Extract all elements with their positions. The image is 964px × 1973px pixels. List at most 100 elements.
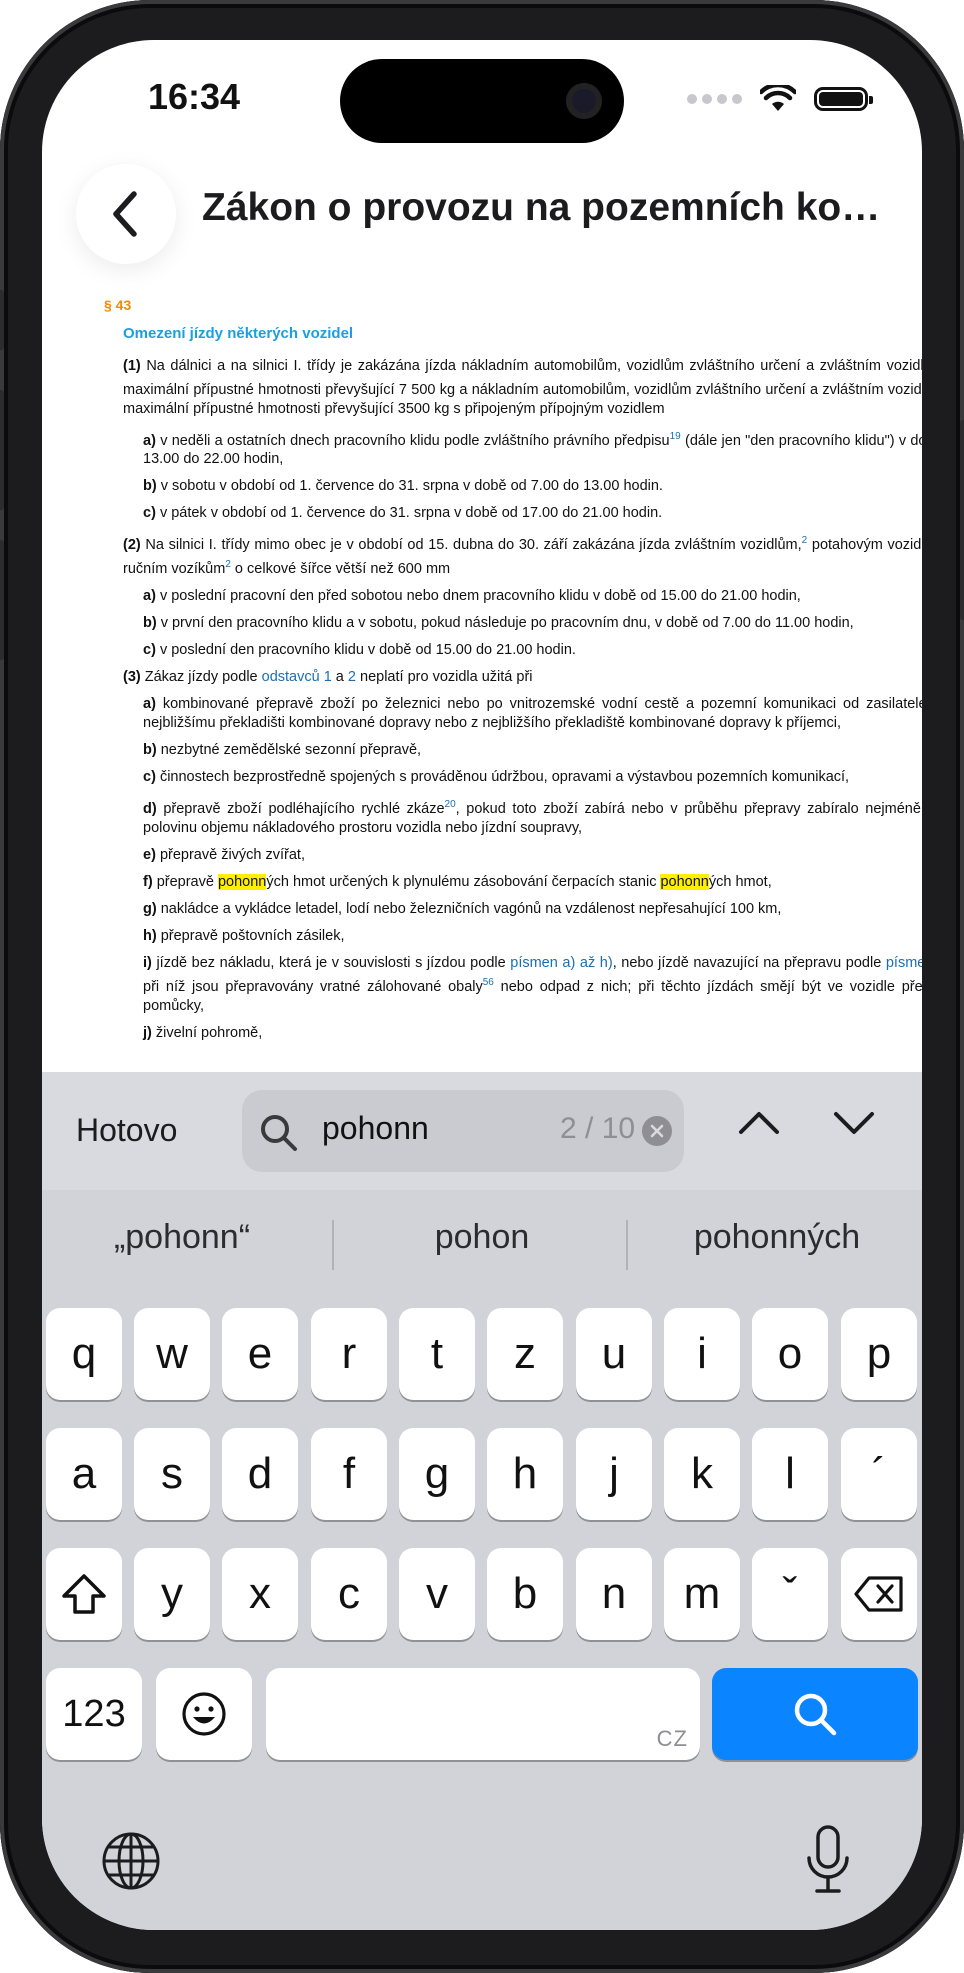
suggestion-bar: „pohonn“ pohon pohonných — [42, 1190, 922, 1298]
page-title: Zákon o provozu na pozemních ko… — [202, 186, 881, 229]
list-item: c) v poslední den pracovního klidu v dob… — [143, 642, 576, 659]
header: Zákon o provozu na pozemních ko… — [42, 158, 922, 268]
numbers-key[interactable]: 123 — [46, 1668, 142, 1760]
device-volume-down — [0, 540, 4, 660]
list-item: c) činnostech bezprostředně spojených s … — [143, 769, 850, 786]
key[interactable]: f — [311, 1428, 387, 1520]
keyboard-bottom-bar — [42, 1790, 922, 1930]
list-item: d) přepravě zboží podléhajícího rychlé z… — [143, 799, 922, 836]
backspace-icon — [854, 1576, 903, 1612]
backspace-key[interactable] — [841, 1548, 917, 1640]
section-heading: Omezení jízdy některých vozidel — [123, 325, 354, 342]
cellular-signal-icon — [687, 94, 742, 104]
key[interactable]: a — [46, 1428, 122, 1520]
device-volume-up — [0, 390, 4, 510]
key[interactable]: c — [311, 1548, 387, 1640]
device-power-button — [960, 420, 964, 620]
wifi-icon — [760, 85, 796, 111]
section-number: § 43 — [104, 297, 132, 313]
camera-icon — [566, 83, 602, 119]
globe-icon — [102, 1832, 160, 1890]
document-view[interactable]: § 43 Omezení jízdy některých vozidel (1)… — [42, 290, 922, 1108]
back-button[interactable] — [76, 164, 176, 264]
suggestion-item[interactable]: pohon — [337, 1218, 627, 1257]
key[interactable]: g — [399, 1428, 475, 1520]
globe-button[interactable] — [100, 1830, 162, 1897]
chevron-down-icon — [834, 1112, 874, 1134]
key[interactable]: ˇ — [752, 1548, 828, 1640]
key[interactable]: x — [222, 1548, 298, 1640]
link-odstavec-1[interactable]: odstavců 1 — [262, 669, 332, 685]
emoji-key[interactable] — [156, 1668, 252, 1760]
search-field[interactable]: pohonn 2 / 10 — [242, 1090, 684, 1172]
dictation-button[interactable] — [804, 1824, 852, 1901]
search-highlight: pohonn — [660, 873, 709, 890]
key[interactable]: u — [576, 1308, 652, 1400]
key[interactable]: w — [134, 1308, 210, 1400]
key[interactable]: b — [487, 1548, 563, 1640]
key[interactable]: k — [664, 1428, 740, 1520]
key[interactable]: l — [752, 1428, 828, 1520]
list-item: e) přepravě živých zvířat, — [143, 846, 305, 863]
search-highlight: pohonn — [217, 873, 267, 890]
done-button[interactable]: Hotovo — [76, 1112, 177, 1149]
chevron-left-icon — [113, 191, 137, 237]
emoji-icon — [182, 1692, 226, 1736]
key[interactable]: p — [841, 1308, 917, 1400]
key[interactable]: r — [311, 1308, 387, 1400]
key[interactable]: i — [664, 1308, 740, 1400]
clear-search-button[interactable] — [642, 1116, 672, 1146]
list-item: a) v poslední pracovní den před sobotou … — [143, 588, 801, 605]
key[interactable]: m — [664, 1548, 740, 1640]
shift-icon — [62, 1574, 106, 1614]
microphone-icon — [807, 1825, 849, 1893]
key[interactable]: z — [487, 1308, 563, 1400]
suggestion-item[interactable]: pohonných — [632, 1218, 922, 1257]
list-item: a) kombinované přepravě zboží po železni… — [143, 696, 922, 732]
screen: 16:34 Zákon o provozu na pozemních ko… §… — [42, 40, 922, 1930]
suggestion-item[interactable]: „pohonn“ — [42, 1218, 327, 1257]
key[interactable]: q — [46, 1308, 122, 1400]
match-counter: 2 / 10 — [560, 1112, 636, 1145]
device-action-button — [0, 290, 4, 350]
key[interactable]: h — [487, 1428, 563, 1520]
link-odstavec-2[interactable]: 2 — [348, 669, 356, 685]
link-pismene-d[interactable]: písmene d) — [886, 955, 922, 971]
divider — [626, 1220, 628, 1270]
next-match-button[interactable] — [832, 1108, 876, 1143]
key[interactable]: j — [576, 1428, 652, 1520]
key[interactable]: s — [134, 1428, 210, 1520]
close-icon — [650, 1124, 664, 1138]
find-bar: Hotovo pohonn 2 / 10 — [42, 1072, 922, 1190]
search-icon — [794, 1693, 837, 1736]
list-item: g) nakládce a vykládce letadel, lodí neb… — [143, 900, 782, 917]
dynamic-island — [340, 59, 624, 143]
footnote-link[interactable]: 56 — [483, 977, 494, 988]
footnote-link[interactable]: 19 — [670, 431, 681, 442]
paragraph-2: (2) Na silnici I. třídy mimo obec je v o… — [123, 535, 922, 578]
space-key[interactable]: CZ — [266, 1668, 700, 1760]
key[interactable]: o — [752, 1308, 828, 1400]
previous-match-button[interactable] — [737, 1108, 781, 1143]
paragraph-3: (3) Zákaz jízdy podle odstavců 1 a 2 nep… — [123, 669, 533, 686]
key[interactable]: d — [222, 1428, 298, 1520]
list-item: b) v sobotu v období od 1. července do 3… — [143, 478, 663, 495]
paragraph-1: (1) Na dálnici a na silnici I. třídy je … — [123, 357, 922, 417]
document-body: (1) Na dálnici a na silnici I. třídy je … — [123, 352, 922, 1051]
key[interactable]: n — [576, 1548, 652, 1640]
link-pismen-a-h[interactable]: písmen a) až h) — [510, 955, 612, 971]
key[interactable]: y — [134, 1548, 210, 1640]
list-item: b) v první den pracovního klidu a v sobo… — [143, 615, 854, 632]
key[interactable]: t — [399, 1308, 475, 1400]
footnote-link[interactable]: 20 — [445, 799, 456, 810]
battery-icon — [814, 87, 873, 111]
list-item: j) živelní pohromě, — [143, 1024, 263, 1041]
shift-key[interactable] — [46, 1548, 122, 1640]
key[interactable]: ´ — [841, 1428, 917, 1520]
list-item: c) v pátek v období od 1. července do 31… — [143, 505, 663, 522]
list-item: a) v neděli a ostatních dnech pracovního… — [143, 430, 922, 468]
search-key[interactable] — [712, 1668, 918, 1760]
key[interactable]: e — [222, 1308, 298, 1400]
search-input[interactable]: pohonn — [322, 1110, 542, 1147]
key[interactable]: v — [399, 1548, 475, 1640]
